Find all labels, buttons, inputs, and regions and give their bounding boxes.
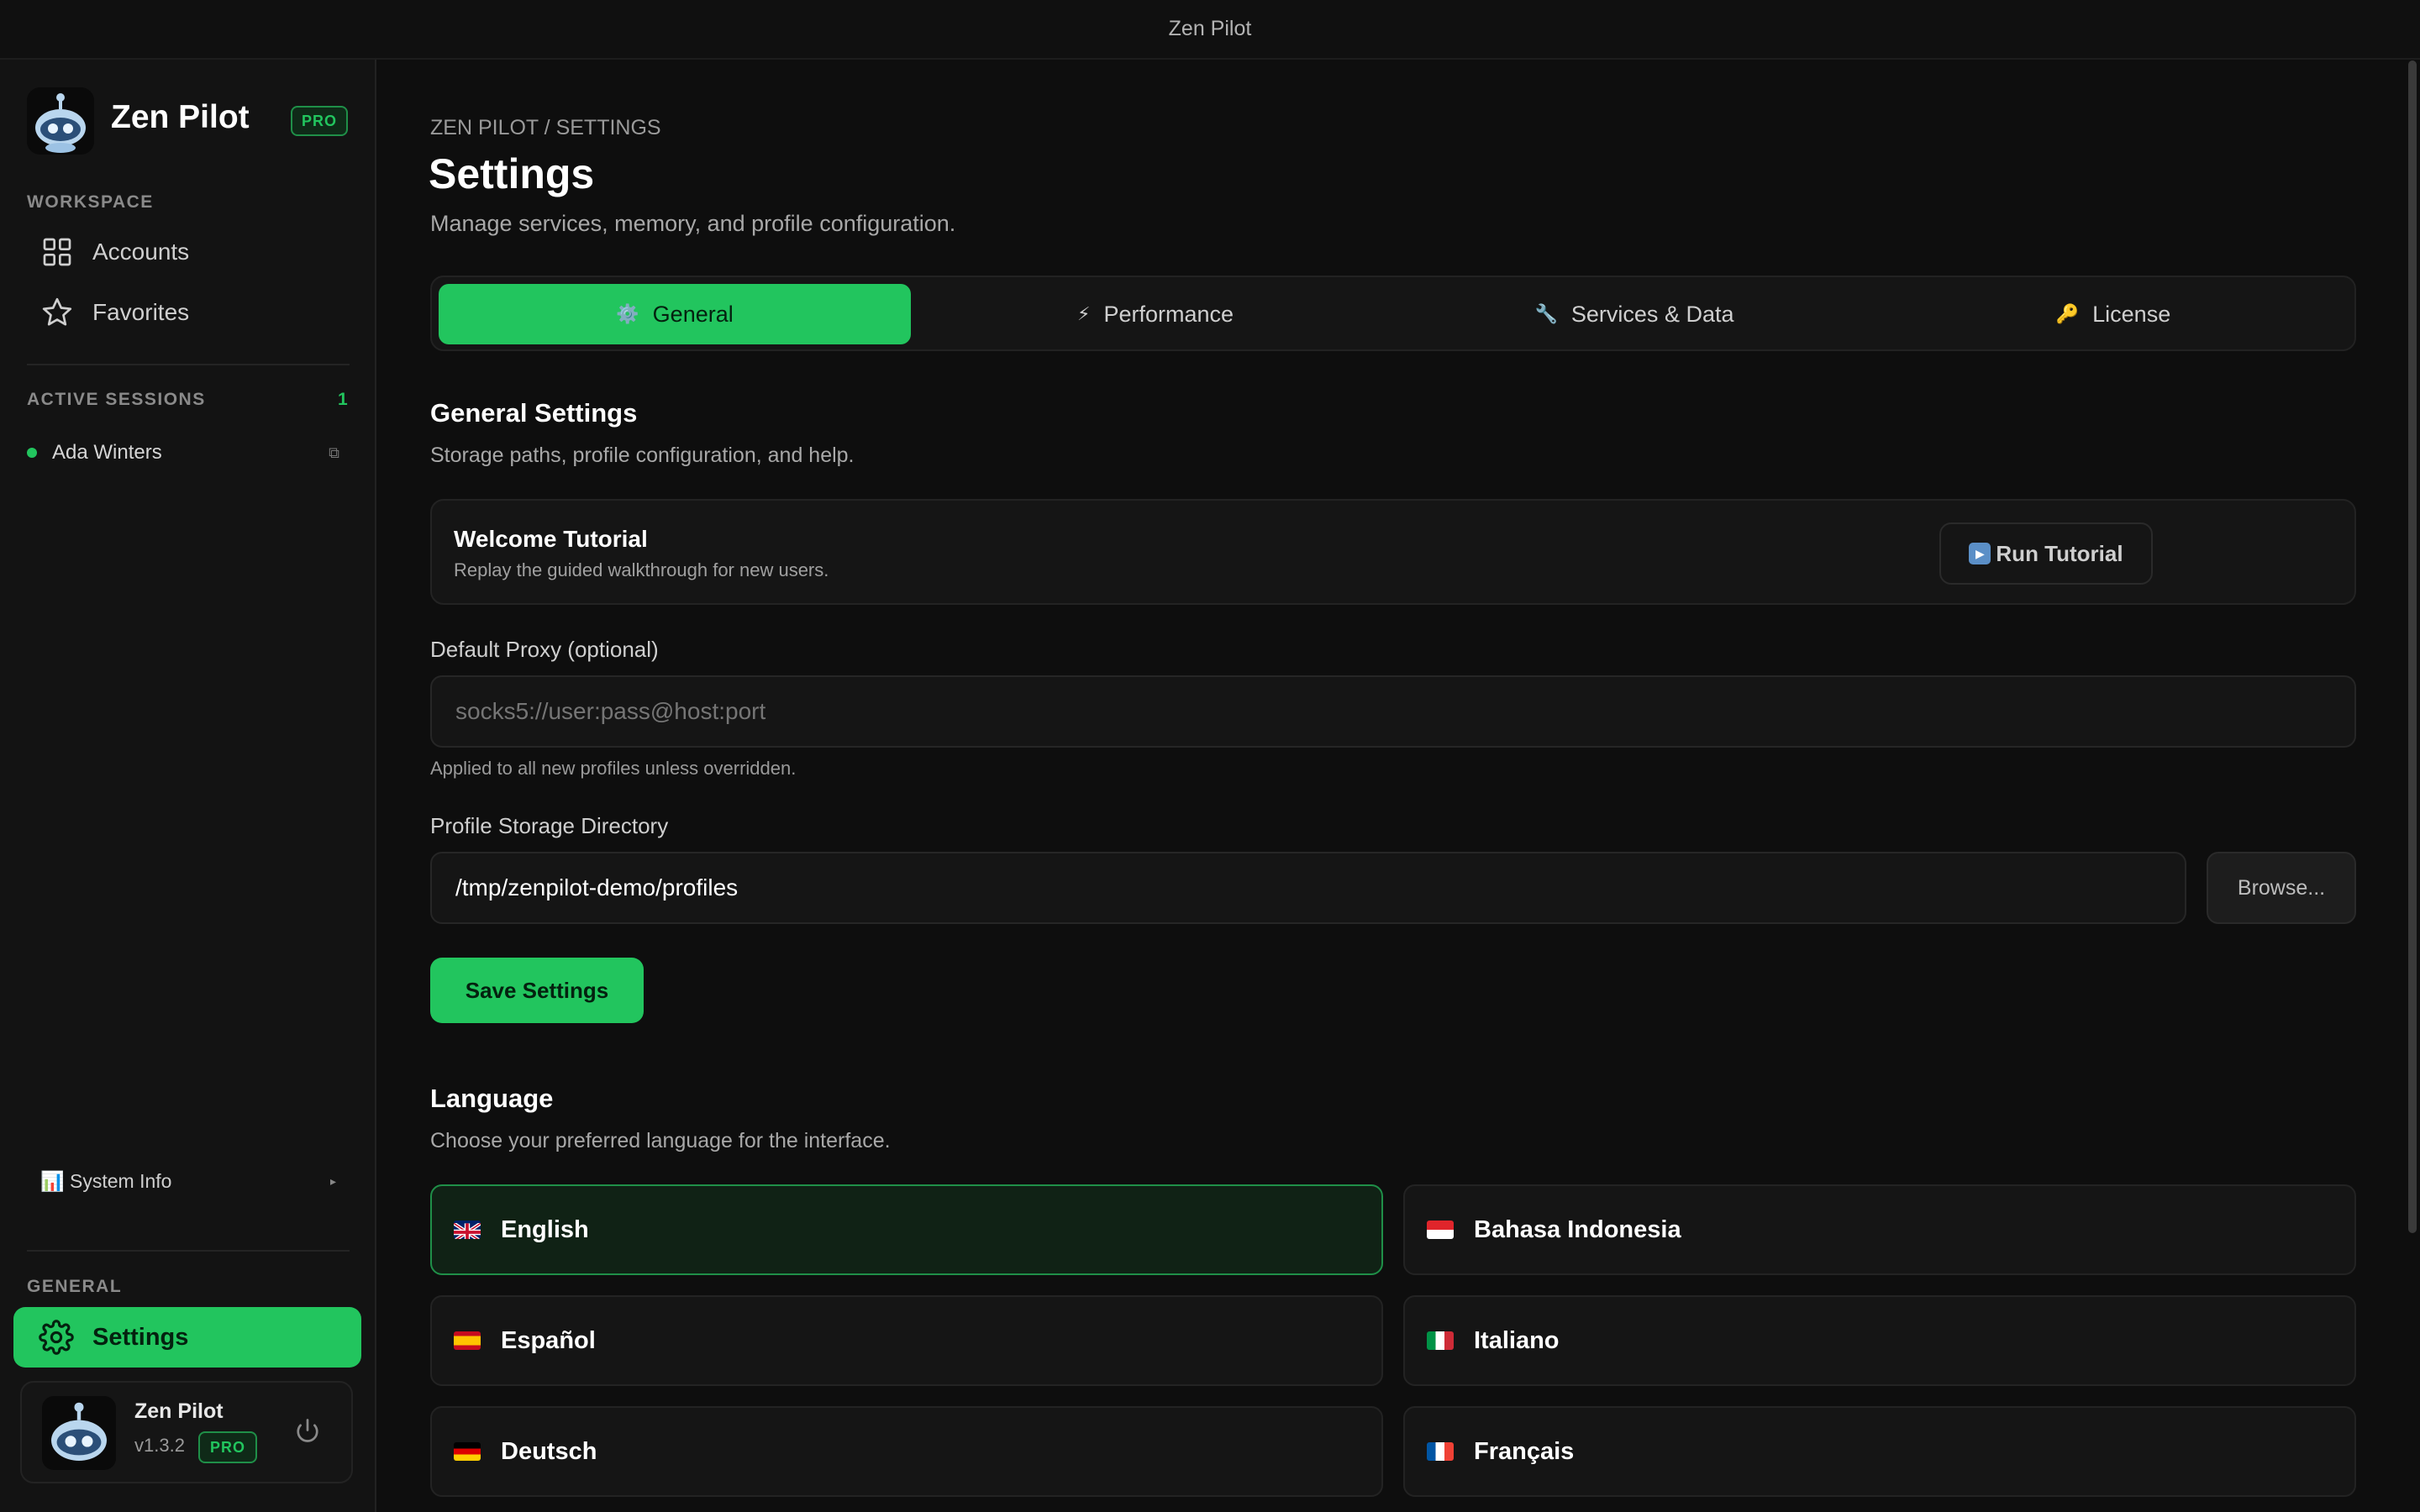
de-flag-icon bbox=[454, 1442, 481, 1461]
id-flag-icon bbox=[1427, 1221, 1454, 1239]
tab-label: Services & Data bbox=[1570, 301, 1734, 327]
sidebar-item-favorites[interactable]: Favorites bbox=[40, 296, 189, 329]
power-icon[interactable] bbox=[292, 1416, 326, 1450]
main-scrollbar[interactable] bbox=[2408, 60, 2417, 1233]
save-settings-button[interactable]: Save Settings bbox=[430, 958, 644, 1023]
system-info-label: 📊 System Info bbox=[40, 1170, 172, 1192]
sidebar-item-settings[interactable]: Settings bbox=[13, 1307, 361, 1368]
language-label: Deutsch bbox=[501, 1437, 597, 1465]
welcome-tutorial-card: Welcome Tutorial Replay the guided walkt… bbox=[430, 499, 2356, 605]
profile-avatar bbox=[42, 1396, 116, 1470]
proxy-label: Default Proxy (optional) bbox=[430, 637, 659, 662]
language-heading: Language bbox=[430, 1084, 554, 1113]
app-logo bbox=[27, 87, 94, 155]
app-name: Zen Pilot bbox=[111, 99, 250, 135]
browse-button[interactable]: Browse... bbox=[2207, 852, 2356, 924]
sidebar-divider bbox=[27, 364, 350, 365]
language-label: Italiano bbox=[1474, 1326, 1560, 1354]
active-sessions-count: 1 bbox=[338, 390, 348, 409]
tutorial-title: Welcome Tutorial bbox=[454, 526, 648, 552]
language-label: English bbox=[501, 1215, 589, 1243]
storage-directory-value: /tmp/zenpilot-demo/profiles bbox=[455, 874, 739, 900]
language-description: Choose your preferred language for the i… bbox=[430, 1129, 891, 1152]
system-info-toggle[interactable]: 📊 System Info ▸ bbox=[40, 1170, 336, 1193]
language-option-bahasa-indonesia[interactable]: Bahasa Indonesia bbox=[1403, 1184, 2356, 1275]
star-icon bbox=[42, 297, 72, 326]
gear-icon: ⚙️ bbox=[616, 303, 639, 324]
general-settings-description: Storage paths, profile configuration, an… bbox=[430, 444, 855, 467]
language-label: Español bbox=[501, 1326, 596, 1354]
breadcrumb: ZEN PILOT / SETTINGS bbox=[430, 116, 661, 139]
sidebar-item-label: Accounts bbox=[92, 239, 190, 265]
tab-label: Performance bbox=[1103, 301, 1234, 327]
copy-icon[interactable]: ⧉ bbox=[329, 444, 339, 462]
sidebar-item-label: Favorites bbox=[92, 299, 190, 325]
language-option-espanol[interactable]: Español bbox=[430, 1295, 1383, 1386]
session-name: Ada Winters bbox=[52, 441, 162, 464]
lightning-icon: ⚡ bbox=[1076, 303, 1091, 324]
tab-license[interactable]: 🔑 License bbox=[1877, 284, 2349, 344]
tab-services-data[interactable]: 🔧 Services & Data bbox=[1398, 284, 1870, 344]
fr-flag-icon bbox=[1427, 1442, 1454, 1461]
profile-pro-badge: PRO bbox=[198, 1431, 257, 1463]
window-title: Zen Pilot bbox=[1168, 17, 1252, 40]
settings-tabs: ⚙️ General ⚡ Performance 🔧 Services & Da… bbox=[430, 276, 2356, 351]
it-flag-icon bbox=[1427, 1331, 1454, 1350]
session-status-dot bbox=[27, 448, 37, 458]
gear-icon bbox=[39, 1320, 74, 1355]
language-label: Français bbox=[1474, 1437, 1575, 1465]
tab-label: License bbox=[2092, 301, 2171, 327]
tutorial-description: Replay the guided walkthrough for new us… bbox=[454, 559, 829, 580]
sidebar-item-accounts[interactable]: Accounts bbox=[40, 235, 189, 269]
window-title-bar: Zen Pilot bbox=[0, 0, 2420, 60]
grid-icon bbox=[43, 238, 71, 266]
profile-version: v1.3.2 bbox=[134, 1435, 185, 1456]
wrench-icon: 🔧 bbox=[1534, 303, 1558, 324]
language-option-italiano[interactable]: Italiano bbox=[1403, 1295, 2356, 1386]
page-subtitle: Manage services, memory, and profile con… bbox=[430, 211, 956, 236]
tab-performance[interactable]: ⚡ Performance bbox=[919, 284, 1392, 344]
language-option-english[interactable]: English bbox=[430, 1184, 1383, 1275]
chevron-right-icon: ▸ bbox=[329, 1174, 336, 1188]
session-item[interactable]: Ada Winters ⧉ bbox=[27, 440, 350, 465]
page-title: Settings bbox=[429, 150, 595, 197]
pro-badge: PRO bbox=[291, 106, 348, 136]
workspace-section-label: WORKSPACE bbox=[27, 192, 154, 212]
storage-label: Profile Storage Directory bbox=[430, 813, 669, 838]
sidebar-divider bbox=[27, 1250, 350, 1252]
play-icon: ▶ bbox=[1969, 543, 1991, 564]
run-tutorial-button[interactable]: ▶ Run Tutorial bbox=[1939, 522, 2153, 585]
run-tutorial-label: Run Tutorial bbox=[1996, 540, 2123, 566]
uk-flag-icon bbox=[454, 1221, 481, 1239]
language-option-francais[interactable]: Français bbox=[1403, 1406, 2356, 1497]
tab-general[interactable]: ⚙️ General bbox=[439, 284, 911, 344]
profile-card[interactable]: Zen Pilot v1.3.2 PRO bbox=[20, 1381, 353, 1483]
profile-name: Zen Pilot bbox=[134, 1399, 224, 1423]
key-icon: 🔑 bbox=[2055, 303, 2080, 324]
active-sessions-label: ACTIVE SESSIONS bbox=[27, 390, 206, 409]
proxy-input[interactable] bbox=[430, 675, 2356, 748]
tab-label: General bbox=[652, 301, 734, 327]
proxy-help-text: Applied to all new profiles unless overr… bbox=[430, 758, 797, 779]
language-option-deutsch[interactable]: Deutsch bbox=[430, 1406, 1383, 1497]
es-flag-icon bbox=[454, 1331, 481, 1350]
general-settings-heading: General Settings bbox=[430, 398, 638, 428]
general-section-label: GENERAL bbox=[27, 1277, 123, 1296]
sidebar-item-label: Settings bbox=[92, 1323, 189, 1351]
storage-directory-input[interactable]: /tmp/zenpilot-demo/profiles bbox=[430, 852, 2186, 924]
language-label: Bahasa Indonesia bbox=[1474, 1215, 1681, 1243]
